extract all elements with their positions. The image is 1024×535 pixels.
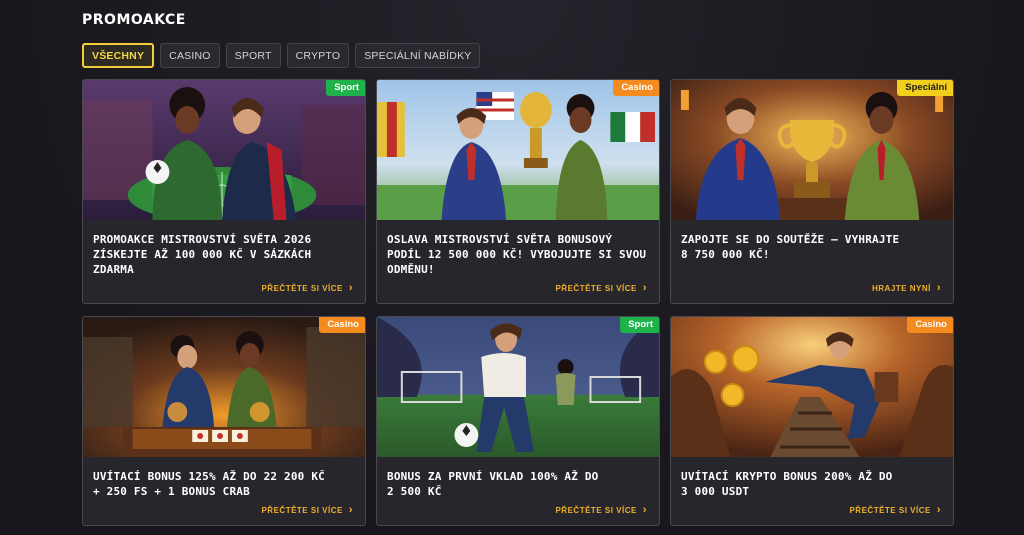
chevron-right-icon: › bbox=[642, 504, 647, 516]
filter-tabs: VŠECHNY CASINO SPORT CRYPTO SPECIÁLNÍ NA… bbox=[82, 43, 481, 68]
link-label: PŘEČTĚTE SI VÍCE bbox=[261, 506, 343, 515]
card-title: UVÍTACÍ BONUS 125% AŽ DO 22 200 KČ + 250… bbox=[93, 470, 325, 498]
link-label: PŘEČTĚTE SI VÍCE bbox=[849, 506, 931, 515]
tab-casino[interactable]: CASINO bbox=[160, 43, 220, 68]
tab-all[interactable]: VŠECHNY bbox=[82, 43, 155, 68]
link-label: HRAJTE NYNÍ bbox=[871, 284, 931, 293]
card-title: PROMOAKCE MISTROVSTVÍ SVĚTA 2026 ZÍSKEJT… bbox=[93, 233, 312, 276]
sport-badge: Sport bbox=[326, 80, 365, 96]
card-title: OSLAVA MISTROVSTVÍ SVĚTA BONUSOVÝ PODÍL … bbox=[387, 233, 647, 276]
read-more-link[interactable]: PŘEČTĚTE SI VÍCE › bbox=[555, 505, 647, 516]
promo-card[interactable]: Casino UVÍTACÍ KRYPTO BONUS 200% AŽ DO 3… bbox=[670, 316, 954, 526]
read-more-link[interactable]: PŘEČTĚTE SI VÍCE › bbox=[261, 283, 353, 294]
chevron-right-icon: › bbox=[348, 282, 353, 294]
promo-card[interactable]: Speciální ZAPOJTE SE DO SOUTĚŽE – VYHRAJ… bbox=[670, 79, 954, 304]
page-title: PROMOAKCE bbox=[82, 12, 186, 28]
special-badge: Speciální bbox=[897, 80, 953, 96]
tab-crypto[interactable]: CRYPTO bbox=[286, 43, 350, 68]
trophy-contest-illustration: Speciální bbox=[671, 80, 953, 220]
slot-machine-illustration: Casino bbox=[83, 317, 365, 457]
card-title: BONUS ZA PRVNÍ VKLAD 100% AŽ DO 2 500 KČ bbox=[387, 470, 599, 498]
card-title: UVÍTACÍ KRYPTO BONUS 200% AŽ DO 3 000 US… bbox=[681, 470, 893, 498]
link-label: PŘEČTĚTE SI VÍCE bbox=[261, 284, 343, 293]
link-label: PŘEČTĚTE SI VÍCE bbox=[555, 284, 637, 293]
promo-card[interactable]: Casino UVÍTACÍ BONUS 125% AŽ DO 22 200 K… bbox=[82, 316, 366, 526]
casino-badge: Casino bbox=[319, 317, 365, 333]
chevron-right-icon: › bbox=[936, 504, 941, 516]
read-more-link[interactable]: PŘEČTĚTE SI VÍCE › bbox=[555, 283, 647, 294]
promo-card[interactable]: Sport PROMOAKCE MISTROVSTVÍ SVĚTA 2026 Z… bbox=[82, 79, 366, 304]
sport-badge: Sport bbox=[620, 317, 659, 333]
play-now-link[interactable]: HRAJTE NYNÍ › bbox=[872, 283, 941, 294]
link-label: PŘEČTĚTE SI VÍCE bbox=[555, 506, 637, 515]
chevron-right-icon: › bbox=[642, 282, 647, 294]
tab-special-offers[interactable]: SPECIÁLNÍ NABÍDKY bbox=[355, 43, 481, 68]
read-more-link[interactable]: PŘEČTĚTE SI VÍCE › bbox=[261, 505, 353, 516]
football-table-illustration: Sport bbox=[83, 80, 365, 220]
world-cup-celebration-illustration: Casino bbox=[377, 80, 659, 220]
promo-grid: Sport PROMOAKCE MISTROVSTVÍ SVĚTA 2026 Z… bbox=[82, 79, 954, 526]
card-title: ZAPOJTE SE DO SOUTĚŽE – VYHRAJTE 8 750 0… bbox=[681, 233, 900, 261]
crypto-coins-illustration: Casino bbox=[671, 317, 953, 457]
promo-card[interactable]: Sport BONUS ZA PRVNÍ VKLAD 100% AŽ DO 2 … bbox=[376, 316, 660, 526]
casino-badge: Casino bbox=[907, 317, 953, 333]
promo-card[interactable]: Casino OSLAVA MISTROVSTVÍ SVĚTA BONUSOVÝ… bbox=[376, 79, 660, 304]
chevron-right-icon: › bbox=[348, 504, 353, 516]
football-player-illustration: Sport bbox=[377, 317, 659, 457]
read-more-link[interactable]: PŘEČTĚTE SI VÍCE › bbox=[849, 505, 941, 516]
chevron-right-icon: › bbox=[936, 282, 941, 294]
tab-sport[interactable]: SPORT bbox=[225, 43, 281, 68]
casino-badge: Casino bbox=[613, 80, 659, 96]
